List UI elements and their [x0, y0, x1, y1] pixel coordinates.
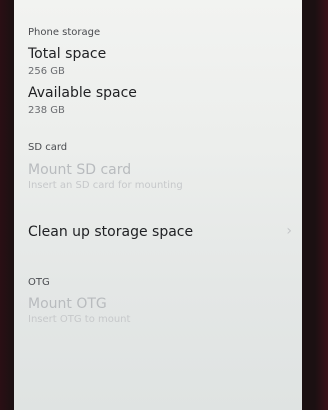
device-frame: Phone storage Total space 256 GB Availab…	[0, 0, 328, 410]
total-space-row: Total space 256 GB	[14, 42, 302, 80]
chevron-right-icon: ›	[286, 223, 292, 239]
available-space-label: Available space	[28, 85, 137, 101]
clean-up-storage-row[interactable]: Clean up storage space ›	[14, 214, 302, 252]
clean-up-storage-label: Clean up storage space	[28, 224, 194, 240]
total-space-value: 256 GB	[28, 66, 65, 77]
section-title-phone-storage: Phone storage	[28, 27, 101, 38]
mount-otg-row[interactable]: Mount OTG Insert OTG to mount	[14, 292, 302, 332]
section-title-sd-card: SD card	[28, 142, 68, 153]
mount-otg-label: Mount OTG	[28, 296, 107, 312]
available-space-value: 238 GB	[28, 105, 65, 116]
total-space-label: Total space	[28, 46, 107, 62]
available-space-row: Available space 238 GB	[14, 81, 302, 119]
mount-sd-card-row[interactable]: Mount SD card Insert an SD card for moun…	[14, 158, 302, 196]
mount-sd-card-subtitle: Insert an SD card for mounting	[28, 180, 183, 191]
mount-sd-card-label: Mount SD card	[28, 162, 132, 178]
section-title-otg: OTG	[28, 277, 50, 288]
storage-settings-screen: Phone storage Total space 256 GB Availab…	[14, 0, 302, 410]
mount-otg-subtitle: Insert OTG to mount	[28, 314, 131, 325]
